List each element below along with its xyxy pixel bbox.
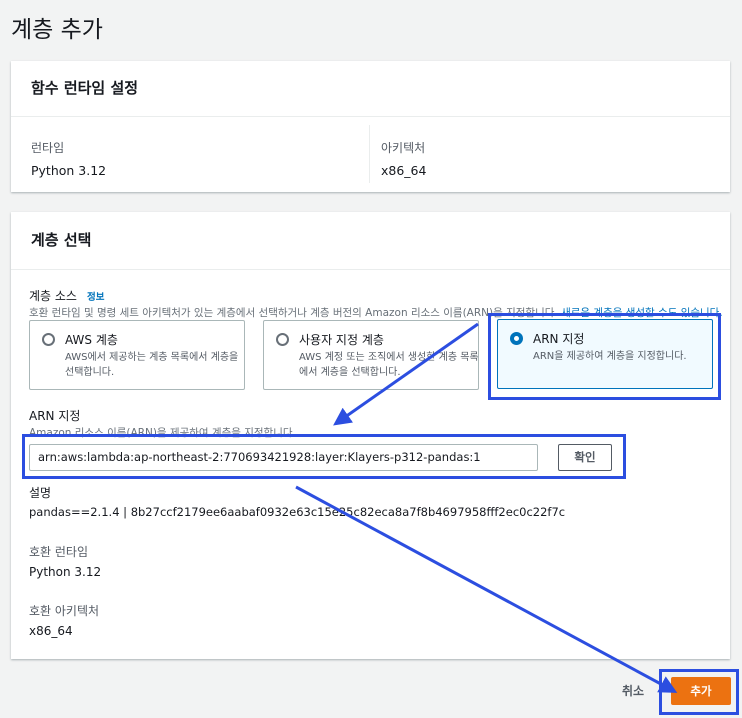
option-description: AWS에서 제공하는 계층 목록에서 계층을 선택합니다. [65,352,239,378]
radio-button[interactable] [42,333,55,346]
runtime-settings-panel: 함수 런타임 설정 런타임 Python 3.12 아키텍처 x86_64 [11,61,730,192]
arn-input-highlight-box [22,434,626,479]
radio-button[interactable] [276,333,289,346]
arn-option-highlight-box [488,313,721,400]
option-description: AWS 계정 또는 조직에서 생성한 계층 목록에서 계층을 선택합니다. [299,352,479,378]
option-title: 사용자 지정 계층 [299,333,384,347]
layer-source-description-text: 호환 런타임 및 명령 세트 아키텍처가 있는 계층에서 선택하거나 계층 버전… [29,307,558,319]
layer-select-heading: 계층 선택 [11,212,730,270]
compatible-runtime-value: Python 3.12 [29,565,102,579]
runtime-value: Python 3.12 [31,163,107,178]
radio-option-custom-layers[interactable]: 사용자 지정 계층 AWS 계정 또는 조직에서 생성한 계층 목록에서 계층을… [263,320,479,390]
radio-option-aws-layers[interactable]: AWS 계층 AWS에서 제공하는 계층 목록에서 계층을 선택합니다. [29,320,245,390]
page-title: 계층 추가 [11,17,103,43]
runtime-label: 런타임 [31,141,65,155]
arn-label: ARN 지정 [29,409,81,423]
layer-source-label: 계층 소스 [29,289,77,303]
compatible-runtime-label: 호환 런타임 [29,545,89,559]
add-button[interactable]: 추가 [671,677,731,705]
architecture-field: 아키텍처 x86_64 [361,117,426,192]
description-value: pandas==2.1.4 | 8b27ccf2179ee6aabaf0932e… [29,505,566,519]
runtime-field: 런타임 Python 3.12 [11,117,106,192]
description-label: 설명 [29,486,52,500]
info-link[interactable]: 정보 [87,289,104,303]
cancel-button[interactable]: 취소 [622,682,644,699]
option-title: AWS 계층 [65,333,118,347]
architecture-label: 아키텍처 [381,141,426,155]
compatible-architecture-label: 호환 아키텍처 [29,604,100,618]
runtime-settings-heading: 함수 런타임 설정 [11,61,730,117]
compatible-architecture-value: x86_64 [29,624,73,638]
architecture-value: x86_64 [381,163,427,178]
